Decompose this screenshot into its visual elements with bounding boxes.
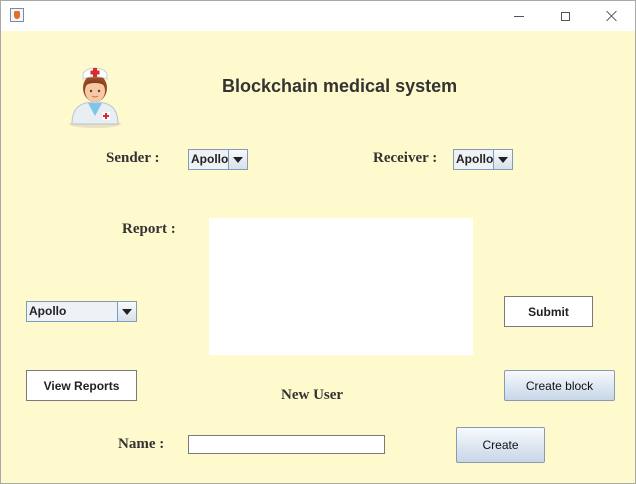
receiver-combo-value: Apollo	[454, 150, 493, 169]
receiver-combo[interactable]: Apollo	[453, 149, 513, 170]
minimize-button[interactable]	[496, 1, 542, 31]
hospital-combo-arrow[interactable]	[117, 302, 136, 321]
java-app-icon	[10, 8, 24, 22]
chevron-down-icon	[122, 308, 132, 315]
minimize-icon	[514, 15, 524, 17]
name-input[interactable]	[188, 435, 385, 454]
maximize-button[interactable]	[542, 1, 588, 31]
chevron-down-icon	[233, 156, 243, 163]
create-block-button[interactable]: Create block	[504, 370, 615, 401]
receiver-combo-arrow[interactable]	[493, 150, 512, 169]
create-button[interactable]: Create	[456, 427, 545, 463]
chevron-down-icon	[498, 156, 508, 163]
hospital-combo[interactable]: Apollo	[26, 301, 137, 322]
report-label: Report :	[122, 221, 176, 237]
sender-combo[interactable]: Apollo	[188, 149, 248, 170]
receiver-label: Receiver :	[373, 150, 438, 166]
view-reports-button[interactable]: View Reports	[26, 370, 137, 401]
new-user-heading: New User	[281, 387, 344, 403]
sender-combo-value: Apollo	[189, 150, 228, 169]
sender-label: Sender :	[106, 150, 160, 166]
report-textarea[interactable]	[209, 218, 473, 355]
close-icon	[606, 10, 618, 22]
submit-button[interactable]: Submit	[504, 296, 593, 327]
hospital-combo-value: Apollo	[27, 302, 117, 321]
sender-combo-arrow[interactable]	[228, 150, 247, 169]
name-label: Name :	[118, 436, 165, 452]
page-title: Blockchain medical system	[222, 76, 458, 96]
close-button[interactable]	[589, 1, 635, 31]
title-bar	[1, 1, 635, 31]
nurse-icon	[69, 67, 121, 128]
maximize-icon	[560, 11, 570, 21]
